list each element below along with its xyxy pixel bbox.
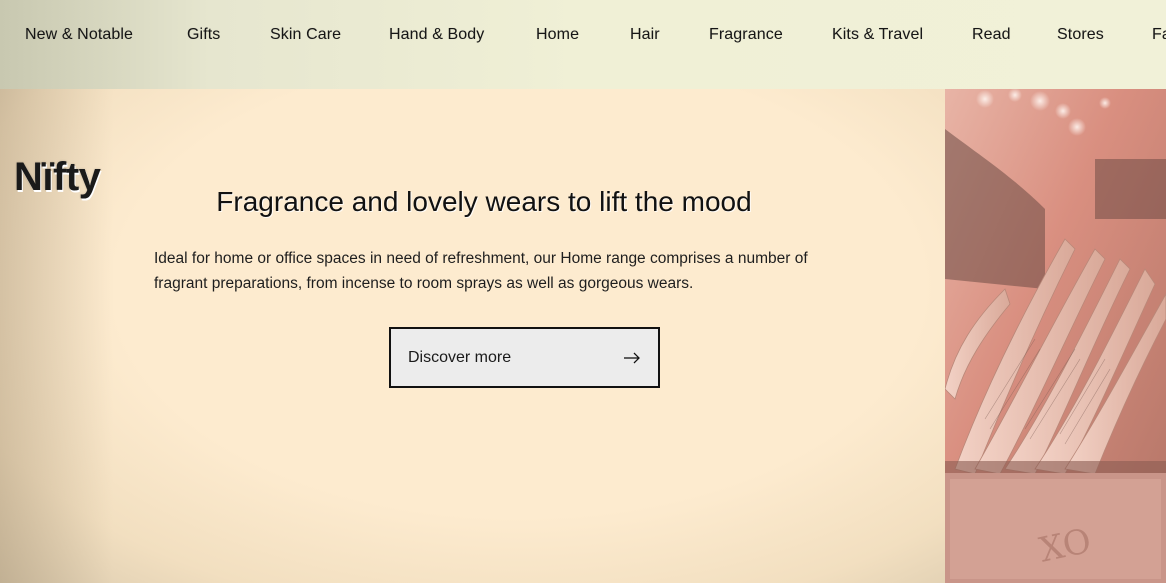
arrow-right-icon bbox=[624, 352, 640, 363]
nav-item-new-notable[interactable]: New & Notable bbox=[25, 26, 133, 44]
nav-item-stores[interactable]: Stores bbox=[1057, 26, 1104, 44]
discover-more-button[interactable]: Discover more bbox=[389, 327, 660, 388]
nav-item-truncated[interactable]: Fa bbox=[1152, 26, 1166, 44]
nav-item-kits-travel[interactable]: Kits & Travel bbox=[832, 26, 923, 44]
nav-item-fragrance[interactable]: Fragrance bbox=[709, 26, 783, 44]
nav-item-hair[interactable]: Hair bbox=[630, 26, 660, 44]
nav-item-gifts[interactable]: Gifts bbox=[187, 26, 220, 44]
hero-headline: Fragrance and lovely wears to lift the m… bbox=[216, 186, 752, 217]
nav-item-read[interactable]: Read bbox=[972, 26, 1011, 44]
top-navigation: New & Notable Gifts Skin Care Hand & Bod… bbox=[0, 0, 1166, 89]
book-illustration: XO bbox=[945, 89, 1166, 583]
nav-item-hand-body[interactable]: Hand & Body bbox=[389, 26, 484, 44]
hero-description: Ideal for home or office spaces in need … bbox=[154, 250, 808, 292]
discover-more-label: Discover more bbox=[408, 348, 512, 366]
open-book-photo: XO bbox=[945, 89, 1166, 583]
nav-item-skin-care[interactable]: Skin Care bbox=[270, 26, 341, 44]
nav-item-home[interactable]: Home bbox=[536, 26, 579, 44]
brand-logo[interactable]: Nïfty bbox=[14, 155, 101, 200]
